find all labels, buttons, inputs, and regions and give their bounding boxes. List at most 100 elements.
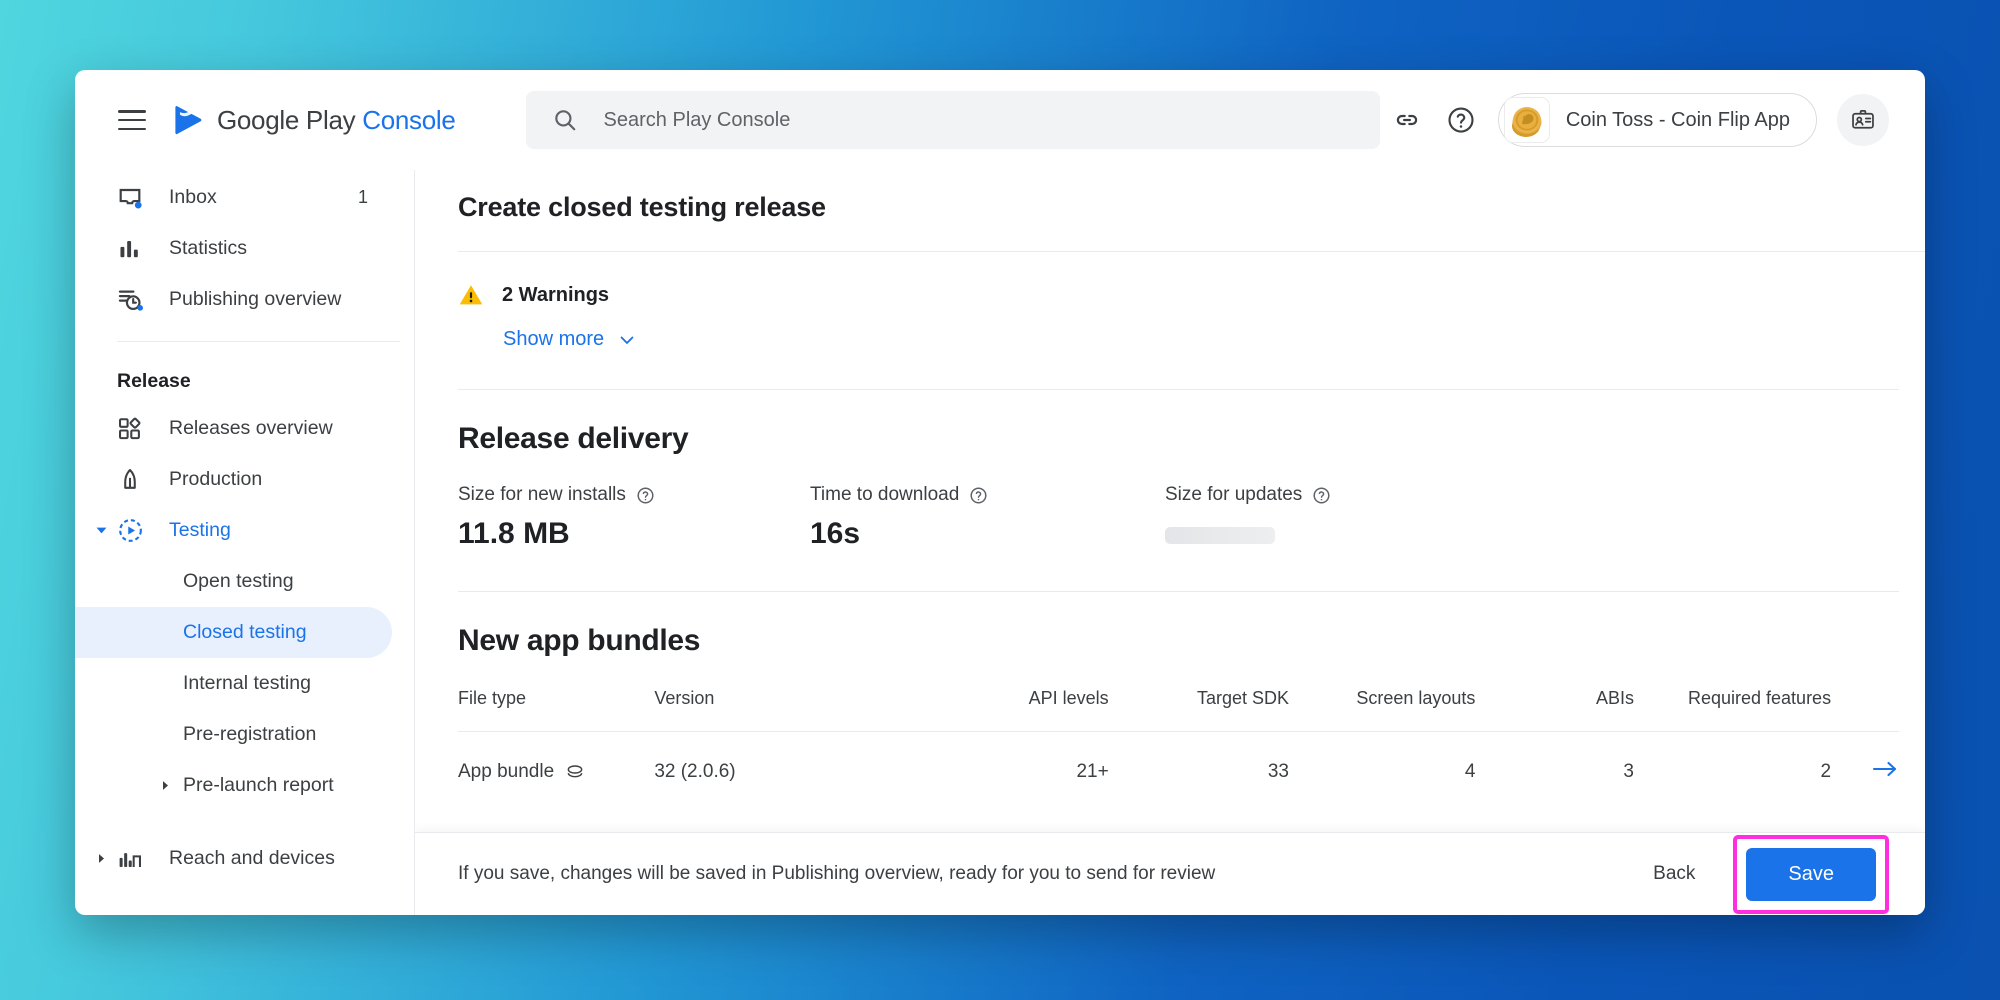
account-badge-icon[interactable] bbox=[1837, 94, 1889, 146]
topbar-actions: Coin Toss - Coin Flip App bbox=[1380, 93, 1925, 147]
statistics-icon bbox=[117, 236, 151, 262]
search-bar[interactable] bbox=[525, 91, 1380, 149]
sidebar-nav: Inbox 1 Statistics Publishing overview R… bbox=[75, 170, 415, 915]
publishing-overview-icon bbox=[117, 286, 151, 313]
metric-value: 11.8 MB bbox=[458, 517, 570, 550]
cell-screen-layouts: 4 bbox=[1464, 761, 1476, 782]
play-logo-icon bbox=[172, 103, 206, 137]
bundles-table: File type Version API levels Target SDK … bbox=[458, 688, 1899, 810]
metric-time-to-download: Time to download 16s bbox=[810, 484, 1165, 551]
search-icon bbox=[552, 107, 578, 133]
main-content: Create closed testing release 2 Warnings bbox=[415, 170, 1925, 915]
sidebar-item-label: Inbox bbox=[169, 186, 217, 208]
back-button[interactable]: Back bbox=[1633, 851, 1715, 897]
sidebar-item-closed-testing[interactable]: Closed testing bbox=[75, 607, 392, 658]
sidebar-subitem-label: Closed testing bbox=[183, 621, 307, 643]
sidebar-item-releases-overview[interactable]: Releases overview bbox=[75, 403, 414, 454]
inbox-icon bbox=[117, 185, 151, 211]
column-file-type: File type bbox=[458, 688, 527, 708]
show-more-button[interactable]: Show more bbox=[503, 328, 1925, 351]
brand-text: Google Play Console bbox=[216, 104, 456, 135]
chevron-down-icon bbox=[617, 330, 637, 350]
chevron-right-icon[interactable] bbox=[153, 778, 177, 793]
cell-version: 32 (2.0.6) bbox=[654, 761, 736, 782]
table-head: File type Version API levels Target SDK … bbox=[458, 688, 1899, 732]
browser-window: Google Play Console Search Play Console … bbox=[75, 70, 1925, 915]
cell-details-action[interactable] bbox=[1831, 732, 1899, 811]
cell-target-sdk: 33 bbox=[1267, 761, 1289, 782]
cell-abis: 3 bbox=[1623, 761, 1634, 782]
metric-label: Size for new installs bbox=[458, 484, 626, 505]
sidebar-item-pre-registration[interactable]: Pre-registration bbox=[75, 709, 392, 760]
sidebar-section-release: Release bbox=[117, 370, 191, 392]
chevron-down-icon[interactable] bbox=[89, 522, 113, 539]
search-input[interactable] bbox=[603, 108, 1304, 132]
table-row[interactable]: App bundle 32 (2.0.6) 21+ 33 4 3 2 bbox=[458, 731, 1899, 811]
file-type-label: App bundle bbox=[458, 761, 555, 782]
warning-triangle-icon bbox=[458, 282, 484, 308]
cell-required-features: 2 bbox=[1820, 761, 1832, 782]
save-button-highlight: Save bbox=[1733, 834, 1889, 914]
bundle-layers-icon bbox=[565, 762, 585, 782]
help-circle-icon[interactable] bbox=[969, 486, 988, 505]
app-selector-chip[interactable]: Coin Toss - Coin Flip App bbox=[1497, 93, 1817, 147]
metric-size-new-installs: Size for new installs 11.8 MB bbox=[458, 484, 810, 551]
column-version: Version bbox=[654, 688, 715, 708]
cell-file-type: App bundle bbox=[458, 732, 654, 811]
sidebar-item-label: Production bbox=[169, 468, 263, 490]
sidebar-item-label: Reach and devices bbox=[169, 847, 335, 869]
new-app-bundles-heading: New app bundles bbox=[458, 624, 701, 657]
sidebar-item-label: Releases overview bbox=[169, 417, 333, 439]
sidebar-subitem-label: Pre-registration bbox=[183, 723, 317, 745]
show-more-label: Show more bbox=[503, 328, 605, 350]
help-circle-icon[interactable] bbox=[636, 486, 655, 505]
metric-size-for-updates: Size for updates bbox=[1165, 484, 1331, 551]
bottom-action-bar: If you save, changes will be saved in Pu… bbox=[415, 832, 1925, 915]
chevron-right-icon[interactable] bbox=[89, 851, 113, 866]
table-body: App bundle 32 (2.0.6) 21+ 33 4 3 2 bbox=[458, 731, 1899, 811]
metric-label: Time to download bbox=[810, 484, 960, 505]
warning-row: 2 Warnings bbox=[458, 282, 1925, 308]
arrow-right-icon[interactable] bbox=[1871, 758, 1899, 780]
sidebar-item-pre-launch-report[interactable]: Pre-launch report bbox=[75, 760, 392, 811]
save-button[interactable]: Save bbox=[1746, 847, 1876, 901]
save-hint-text: If you save, changes will be saved in Pu… bbox=[458, 863, 1216, 884]
warnings-block: 2 Warnings Show more bbox=[415, 252, 1925, 351]
column-required-features: Required features bbox=[1687, 688, 1832, 708]
reach-devices-icon bbox=[117, 846, 151, 872]
sidebar-item-production[interactable]: Production bbox=[75, 454, 414, 505]
metric-label: Size for updates bbox=[1165, 484, 1303, 505]
cell-api-levels: 21+ bbox=[1076, 761, 1109, 782]
bottom-buttons: Back Save bbox=[1633, 834, 1925, 914]
testing-play-icon bbox=[117, 517, 151, 544]
metric-loading-placeholder bbox=[1165, 527, 1275, 544]
sidebar-subitem-label: Internal testing bbox=[183, 672, 311, 694]
column-api-levels: API levels bbox=[1028, 688, 1109, 708]
page-title: Create closed testing release bbox=[458, 192, 826, 222]
google-play-console-logo[interactable]: Google Play Console bbox=[172, 103, 456, 137]
sidebar-item-inbox[interactable]: Inbox 1 bbox=[75, 172, 414, 223]
sidebar-item-statistics[interactable]: Statistics bbox=[75, 223, 414, 274]
sidebar-item-label: Testing bbox=[169, 519, 231, 541]
sidebar-subitem-label: Pre-launch report bbox=[183, 774, 334, 796]
sidebar-item-open-testing[interactable]: Open testing bbox=[75, 556, 392, 607]
sidebar-item-reach-and-devices[interactable]: Reach and devices bbox=[75, 833, 414, 884]
link-icon[interactable] bbox=[1380, 93, 1434, 147]
sidebar-item-label: Publishing overview bbox=[169, 288, 342, 310]
column-target-sdk: Target SDK bbox=[1196, 688, 1289, 708]
help-circle-icon[interactable] bbox=[1434, 93, 1488, 147]
hamburger-menu-icon[interactable] bbox=[118, 110, 146, 130]
metric-value: 16s bbox=[810, 517, 861, 550]
scroll-area[interactable]: Create closed testing release 2 Warnings bbox=[415, 170, 1925, 832]
sidebar-item-testing-row[interactable]: Testing bbox=[75, 505, 414, 556]
inbox-badge-count: 1 bbox=[357, 187, 368, 207]
sidebar-item-internal-testing[interactable]: Internal testing bbox=[75, 658, 392, 709]
column-abis: ABIs bbox=[1595, 688, 1634, 708]
top-app-bar: Google Play Console Search Play Console … bbox=[75, 70, 1925, 170]
sidebar-item-publishing-overview[interactable]: Publishing overview bbox=[75, 274, 414, 325]
help-circle-icon[interactable] bbox=[1312, 486, 1331, 505]
sidebar-item-label: Statistics bbox=[169, 237, 248, 259]
release-delivery-metrics: Size for new installs 11.8 MB Time to do… bbox=[415, 456, 1925, 551]
releases-overview-icon bbox=[117, 416, 151, 442]
bundles-table-wrap: File type Version API levels Target SDK … bbox=[415, 658, 1925, 810]
